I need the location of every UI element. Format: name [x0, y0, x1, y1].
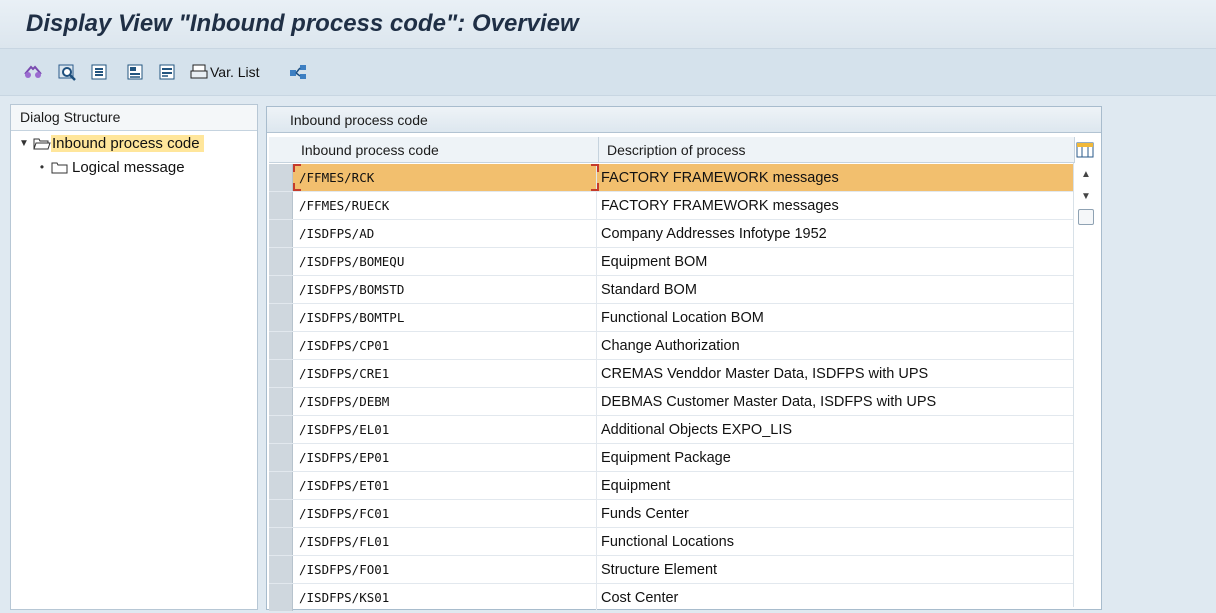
tree-node-logical-message[interactable]: • Logical message: [11, 155, 257, 179]
description-cell: FACTORY FRAMEWORK messages: [591, 164, 1075, 191]
table-row[interactable]: /ISDFPS/BOMSTD Standard BOM: [269, 276, 1075, 304]
bullet-icon: •: [39, 160, 45, 174]
focus-corner: [591, 183, 599, 191]
details-icon[interactable]: [88, 61, 110, 83]
row-selector[interactable]: [269, 416, 293, 443]
table-row[interactable]: /ISDFPS/EL01 Additional Objects EXPO_LIS: [269, 416, 1075, 444]
row-selector[interactable]: [269, 276, 293, 303]
description-cell: CREMAS Venddor Master Data, ISDFPS with …: [601, 366, 929, 382]
focus-corner: [293, 183, 301, 191]
process-code-cell[interactable]: /ISDFPS/BOMTPL: [293, 304, 597, 331]
title-bar: Display View "Inbound process code": Ove…: [0, 0, 1216, 48]
scroll-thumb[interactable]: [1078, 209, 1094, 225]
process-code-cell[interactable]: /ISDFPS/DEBM: [293, 388, 597, 415]
table-row[interactable]: /ISDFPS/BOMEQU Equipment BOM: [269, 248, 1075, 276]
row-selector[interactable]: [269, 304, 293, 331]
process-code-cell[interactable]: /ISDFPS/CP01: [293, 332, 597, 359]
process-code-cell[interactable]: /ISDFPS/KS01: [293, 584, 597, 611]
inbound-process-code-table: Inbound process code Inbound process cod…: [266, 106, 1102, 612]
description-cell: Equipment BOM: [601, 254, 708, 270]
table-row[interactable]: /ISDFPS/DEBM DEBMAS Customer Master Data,…: [269, 388, 1075, 416]
scroll-down-icon[interactable]: ▼: [1074, 185, 1098, 207]
description-cell: DEBMAS Customer Master Data, ISDFPS with…: [601, 394, 937, 410]
process-code-cell[interactable]: /ISDFPS/BOMEQU: [293, 248, 597, 275]
row-selector[interactable]: [269, 444, 293, 471]
table-row[interactable]: /ISDFPS/AD Company Addresses Infotype 195…: [269, 220, 1075, 248]
process-code-cell[interactable]: /ISDFPS/AD: [293, 220, 597, 247]
expand-arrow-icon[interactable]: ▼: [15, 138, 33, 149]
application-toolbar: Var. List: [0, 48, 1216, 96]
table-row[interactable]: /ISDFPS/EP01 Equipment Package: [269, 444, 1075, 472]
description-cell: FACTORY FRAMEWORK messages: [601, 198, 839, 214]
find-icon[interactable]: [56, 61, 78, 83]
row-selector[interactable]: [269, 472, 293, 499]
open-folder-icon: [33, 138, 51, 149]
process-code-cell[interactable]: /ISDFPS/FL01: [293, 528, 597, 555]
description-cell: Funds Center: [601, 506, 689, 522]
table-row[interactable]: /ISDFPS/CRE1 CREMAS Venddor Master Data, …: [269, 360, 1075, 388]
process-code-cell[interactable]: /FFMES/RUECK: [293, 192, 597, 219]
tree-node-inbound-process-code[interactable]: ▼ Inbound process code: [11, 131, 257, 155]
row-selector[interactable]: [269, 164, 293, 191]
row-selector[interactable]: [269, 220, 293, 247]
description-cell: Structure Element: [601, 562, 718, 578]
table-row[interactable]: /ISDFPS/FO01 Structure Element: [269, 556, 1075, 584]
var-list-label: Var. List: [210, 64, 260, 80]
row-selector[interactable]: [269, 248, 293, 275]
table-row[interactable]: /FFMES/RUECK FACTORY FRAMEWORK messages: [269, 192, 1075, 220]
description-cell: Equipment: [601, 478, 671, 494]
focus-corner: [293, 164, 301, 172]
row-selector[interactable]: [269, 528, 293, 555]
tree-node-label: Inbound process code: [51, 134, 204, 152]
row-selector[interactable]: [269, 192, 293, 219]
process-code-cell[interactable]: /ISDFPS/ET01: [293, 472, 597, 499]
dialog-structure-header: Dialog Structure: [11, 105, 257, 131]
vertical-scrollbar[interactable]: ▲ ▼: [1073, 163, 1098, 607]
glasses-icon[interactable]: [22, 61, 44, 83]
deselect-all-icon[interactable]: [156, 61, 178, 83]
print-icon: [190, 64, 208, 79]
description-cell: Functional Location BOM: [601, 310, 764, 326]
row-selector[interactable]: [269, 556, 293, 583]
row-selector[interactable]: [269, 360, 293, 387]
row-selector[interactable]: [269, 388, 293, 415]
row-selector[interactable]: [269, 332, 293, 359]
process-code-cell[interactable]: /ISDFPS/BOMSTD: [293, 276, 597, 303]
process-code-cell[interactable]: /ISDFPS/CRE1: [293, 360, 597, 387]
page-title: Display View "Inbound process code": Ove…: [26, 10, 579, 37]
dialog-structure-panel: Dialog Structure ▼ Inbound process code …: [10, 104, 258, 610]
transport-icon[interactable]: [288, 61, 310, 83]
description-cell: Functional Locations: [601, 534, 734, 550]
table-row[interactable]: /ISDFPS/FL01 Functional Locations: [269, 528, 1075, 556]
table-body: /FFMES/RCK FACTORY FRAMEWORK messages/FFM…: [269, 164, 1075, 612]
table-row[interactable]: /ISDFPS/ET01 Equipment: [269, 472, 1075, 500]
row-selector[interactable]: [269, 500, 293, 527]
description-cell: Additional Objects EXPO_LIS: [601, 422, 793, 438]
scroll-up-icon[interactable]: ▲: [1074, 163, 1098, 185]
column-header-description[interactable]: Description of process: [599, 137, 1075, 163]
var-list-button[interactable]: Var. List: [190, 61, 260, 83]
select-all-icon[interactable]: [124, 61, 146, 83]
process-code-cell[interactable]: /FFMES/RCK: [293, 164, 597, 191]
column-header-code[interactable]: Inbound process code: [269, 137, 599, 163]
description-cell: Cost Center: [601, 590, 679, 606]
table-row[interactable]: /ISDFPS/BOMTPL Functional Location BOM: [269, 304, 1075, 332]
description-cell: Change Authorization: [601, 338, 740, 354]
focus-corner: [591, 164, 599, 172]
table-row[interactable]: /ISDFPS/FC01 Funds Center: [269, 500, 1075, 528]
process-code-cell[interactable]: /ISDFPS/EP01: [293, 444, 597, 471]
table-settings-icon[interactable]: [1075, 140, 1095, 160]
table-row[interactable]: /ISDFPS/CP01 Change Authorization: [269, 332, 1075, 360]
table-row[interactable]: /FFMES/RCK FACTORY FRAMEWORK messages: [269, 164, 1075, 192]
description-cell: Standard BOM: [601, 282, 697, 298]
description-cell: Company Addresses Infotype 1952: [601, 226, 827, 242]
process-code-cell[interactable]: /ISDFPS/EL01: [293, 416, 597, 443]
description-cell: Equipment Package: [601, 450, 731, 466]
table-title: Inbound process code: [267, 107, 1101, 133]
process-code-cell[interactable]: /ISDFPS/FC01: [293, 500, 597, 527]
folder-icon: [51, 162, 68, 173]
row-selector[interactable]: [269, 584, 293, 611]
tree-node-label: Logical message: [72, 158, 185, 176]
process-code-cell[interactable]: /ISDFPS/FO01: [293, 556, 597, 583]
